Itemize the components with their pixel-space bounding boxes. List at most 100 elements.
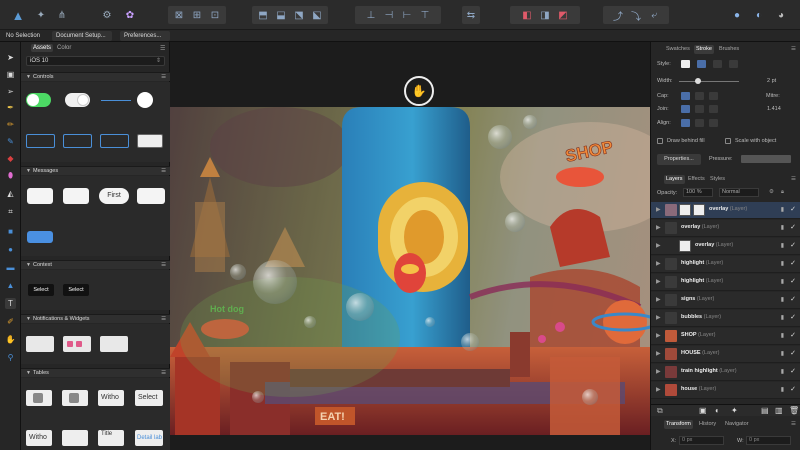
visibility-check-icon[interactable]: ✓ [790, 241, 796, 249]
tab-styles[interactable]: Styles [708, 175, 727, 184]
more-icon[interactable]: ◕ [774, 6, 788, 24]
toggle-on-asset[interactable] [26, 93, 51, 107]
pencil-tool-icon[interactable]: ✏ [5, 119, 16, 130]
visibility-check-icon[interactable]: ✓ [790, 385, 796, 393]
round-join-icon[interactable] [695, 105, 704, 113]
snapping-group[interactable]: ⊠ ⊞ ⊡ [168, 6, 226, 24]
lock-icon[interactable]: 🔒︎ [781, 189, 784, 196]
artboard-illustration[interactable]: SHOP EAT! Hot dog [170, 107, 650, 435]
width-slider-knob[interactable] [695, 78, 701, 84]
pressure-graph[interactable] [741, 155, 791, 163]
layer-row[interactable]: ▶ highlight (Layer) ▮ ✓ [651, 256, 800, 273]
tab-brushes[interactable]: Brushes [717, 45, 741, 54]
tab-history[interactable]: History [697, 420, 718, 429]
layer-row[interactable]: ▶ SHOP (Layer) ▮ ✓ [651, 328, 800, 345]
category-menu-icon[interactable]: ☰ [161, 167, 166, 176]
category-menu-icon[interactable]: ☰ [161, 369, 166, 378]
draw-behind-checkbox[interactable] [657, 138, 663, 144]
visibility-check-icon[interactable]: ✓ [790, 313, 796, 321]
slider-knob-asset[interactable] [137, 92, 153, 108]
text-tool-icon[interactable]: T [5, 298, 16, 309]
stepper-asset[interactable] [137, 134, 163, 148]
segmented-control-asset[interactable] [63, 134, 92, 148]
preferences-button[interactable]: Preferences... [120, 31, 170, 41]
layer-row[interactable]: ▶ house (Layer) ▮ ✓ [651, 382, 800, 399]
blend-mode-select[interactable]: Normal [719, 188, 759, 197]
lock-icon[interactable]: ▮ [781, 386, 784, 393]
category-notifications-widgets[interactable]: ▼ Notifications & Widgets ☰ [21, 314, 170, 323]
table-cell-asset[interactable]: Witho [98, 390, 124, 406]
w-field[interactable]: 0 px [746, 436, 791, 445]
align-outside-icon[interactable] [709, 119, 718, 127]
zoom-tool-icon[interactable]: ⚲ [5, 352, 16, 363]
lock-icon[interactable]: ▮ [781, 314, 784, 321]
tab-stroke[interactable]: Stroke [694, 45, 714, 54]
solid-stroke-icon[interactable] [697, 60, 706, 68]
butt-cap-icon[interactable] [681, 92, 690, 100]
lock-icon[interactable]: ▮ [781, 242, 784, 249]
layer-row[interactable]: ▶ overlay (Layer) ▮ ✓ [651, 238, 800, 255]
square-cap-icon[interactable] [709, 92, 718, 100]
panel-menu-icon[interactable]: ☰ [158, 44, 167, 53]
delete-layer-icon[interactable]: 🗑︎ [789, 406, 799, 415]
tab-effects[interactable]: Effects [686, 175, 707, 184]
eyedropper-tool-icon[interactable]: ✐ [5, 316, 16, 327]
rectangle-tool-icon[interactable]: ■ [5, 226, 16, 237]
arrange-group[interactable]: ⬒ ⬓ ⬔ ⬕ [252, 6, 328, 24]
opacity-field[interactable]: 100 % [683, 188, 713, 197]
expand-icon[interactable]: ▶ [656, 242, 661, 249]
expand-icon[interactable]: ▶ [656, 278, 661, 285]
scale-with-object-checkbox[interactable] [725, 138, 731, 144]
panel-menu-icon[interactable]: ☰ [789, 175, 798, 184]
segmented-control-asset[interactable] [26, 134, 55, 148]
toggle-off-asset[interactable] [65, 93, 90, 107]
category-menu-icon[interactable]: ☰ [161, 261, 166, 270]
category-menu-icon[interactable]: ☰ [161, 73, 166, 82]
align-inside-icon[interactable] [695, 119, 704, 127]
context-menu-asset[interactable]: Select [28, 284, 54, 296]
category-controls[interactable]: ▼ Controls ☰ [21, 72, 170, 81]
canvas-area[interactable]: ✋ SHOP EAT! Hot dog [170, 42, 650, 450]
layer-row[interactable]: ▶ overlay (Layer) ▮ ✓ [651, 220, 800, 237]
miter-join-icon[interactable] [681, 105, 690, 113]
widget-asset[interactable] [100, 336, 128, 352]
message-bubble-first[interactable]: First [99, 188, 129, 204]
visibility-check-icon[interactable]: ✓ [790, 277, 796, 285]
align-group[interactable]: ⊥ ⊣ ⊢ ⊤ [355, 6, 441, 24]
hand-tool-icon[interactable]: ✋ [5, 334, 16, 345]
layer-row[interactable]: ▶ signs (Layer) ▮ ✓ [651, 292, 800, 309]
geometry-group[interactable]: ◧ ◨ ◩ [510, 6, 580, 24]
category-messages[interactable]: ▼ Messages ☰ [21, 166, 170, 175]
tab-transform[interactable]: Transform [664, 420, 693, 429]
color-picker-icon[interactable]: ⬮ [5, 170, 16, 181]
lock-icon[interactable]: ▮ [781, 278, 784, 285]
x-field[interactable]: 0 px [679, 436, 724, 445]
tab-navigator[interactable]: Navigator [723, 420, 751, 429]
lock-icon[interactable]: ▮ [781, 296, 784, 303]
visibility-check-icon[interactable]: ✓ [790, 223, 796, 231]
table-cell-asset[interactable] [26, 390, 52, 406]
export-persona-icon[interactable]: ⋔ [55, 6, 69, 24]
adjustment-icon[interactable]: ◐ [715, 406, 720, 415]
layer-row[interactable]: ▶ HOUSE (Layer) ▮ ✓ [651, 346, 800, 363]
bevel-join-icon[interactable] [709, 105, 718, 113]
mirror-icon[interactable]: ◐ [752, 6, 766, 24]
mask-icon[interactable]: ▣ [699, 406, 707, 415]
notification-asset[interactable] [26, 336, 54, 352]
document-setup-button[interactable]: Document Setup... [52, 31, 112, 41]
table-cell-asset[interactable] [62, 390, 88, 406]
table-cell-asset[interactable] [62, 430, 88, 446]
visibility-check-icon[interactable]: ✓ [790, 367, 796, 375]
transparency-tool-icon[interactable]: ◭ [5, 188, 16, 199]
slider-asset[interactable] [101, 100, 131, 101]
visibility-check-icon[interactable]: ✓ [790, 205, 796, 213]
expand-icon[interactable]: ▶ [656, 206, 661, 213]
lock-icon[interactable]: ▮ [781, 350, 784, 357]
segmented-control-asset[interactable] [100, 134, 129, 148]
width-slider[interactable] [679, 81, 739, 82]
message-bubble-asset[interactable] [63, 188, 89, 204]
tab-layers[interactable]: Layers [664, 175, 685, 184]
expand-icon[interactable]: ▶ [656, 332, 661, 339]
view-mode-icon[interactable]: ⚙ [100, 6, 114, 24]
brush-stroke-icon[interactable] [729, 60, 738, 68]
